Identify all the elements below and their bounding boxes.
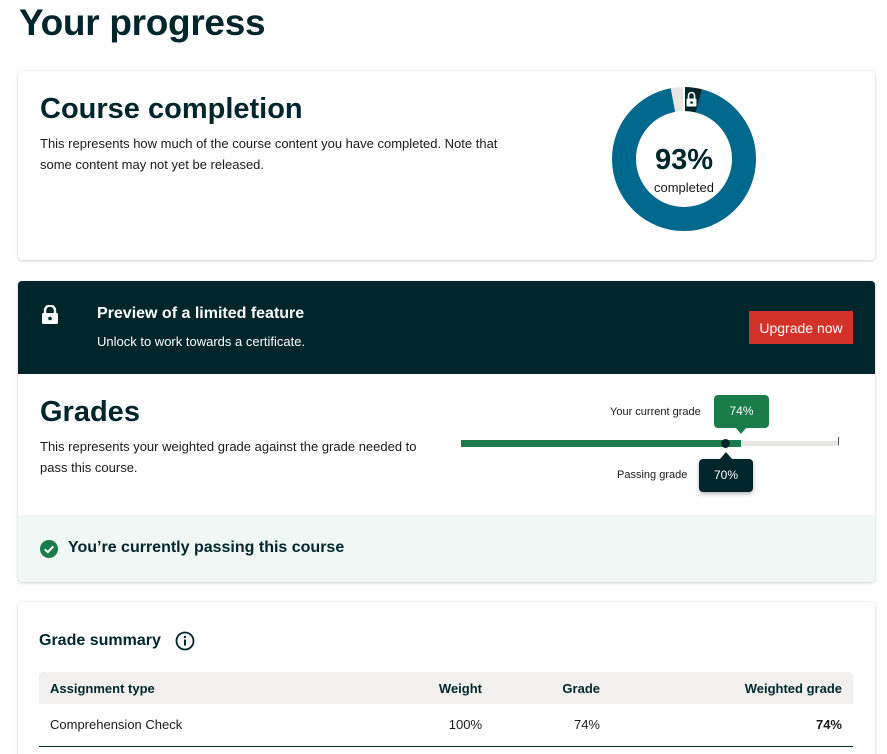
page-title: Your progress <box>19 2 266 43</box>
grade-summary-card: Grade summary Assignment type Weight Gra… <box>18 602 875 754</box>
column-header-grade: Grade <box>493 672 611 704</box>
column-header-weight: Weight <box>339 672 493 704</box>
banner-title: Preview of a limited feature <box>97 305 305 322</box>
column-header-assignment-type: Assignment type <box>39 672 339 704</box>
completion-label: completed <box>654 180 714 195</box>
passing-grade-badge: 70% <box>699 459 753 492</box>
check-circle-icon <box>40 540 58 558</box>
table-row: Comprehension Check 100% 74% 74% <box>39 704 853 747</box>
banner-subtitle: Unlock to work towards a certificate. <box>97 334 306 349</box>
table-header-row: Assignment type Weight Grade Weighted gr… <box>39 672 853 704</box>
lock-icon <box>42 305 58 324</box>
grade-summary-title: Grade summary <box>39 632 161 649</box>
grades-title: Grades <box>40 396 140 428</box>
current-grade-label: Your current grade <box>610 406 701 418</box>
passing-status-text: You’re currently passing this course <box>68 539 345 556</box>
grade-bar-fill <box>461 440 741 447</box>
upgrade-now-button[interactable]: Upgrade now <box>749 311 853 344</box>
current-grade-badge: 74% <box>714 395 769 428</box>
grades-description: This represents your weighted grade agai… <box>40 439 417 475</box>
cell-weight: 100% <box>339 704 493 747</box>
grade-summary-table: Assignment type Weight Grade Weighted gr… <box>39 672 853 747</box>
cell-weighted-grade: 74% <box>611 704 853 747</box>
course-completion-title: Course completion <box>40 93 303 125</box>
course-completion-card: Course completion This represents how mu… <box>18 71 875 260</box>
grades-card: Preview of a limited feature Unlock to w… <box>18 281 875 582</box>
current-grade-pointer <box>735 427 747 434</box>
passing-grade-pointer <box>720 452 732 459</box>
grade-bar-end-tick <box>838 437 839 445</box>
completion-percent: 93% <box>654 144 714 176</box>
passing-status-strip: You’re currently passing this course <box>18 515 875 582</box>
limited-feature-banner: Preview of a limited feature Unlock to w… <box>18 281 875 374</box>
cell-grade: 74% <box>493 704 611 747</box>
column-header-weighted-grade: Weighted grade <box>611 672 853 704</box>
course-completion-description: This represents how much of the course c… <box>40 136 498 172</box>
info-icon[interactable] <box>175 631 195 651</box>
completion-donut-chart: 93% completed <box>611 86 757 232</box>
cell-assignment-type: Comprehension Check <box>39 704 339 747</box>
passing-grade-label: Passing grade <box>617 469 688 481</box>
